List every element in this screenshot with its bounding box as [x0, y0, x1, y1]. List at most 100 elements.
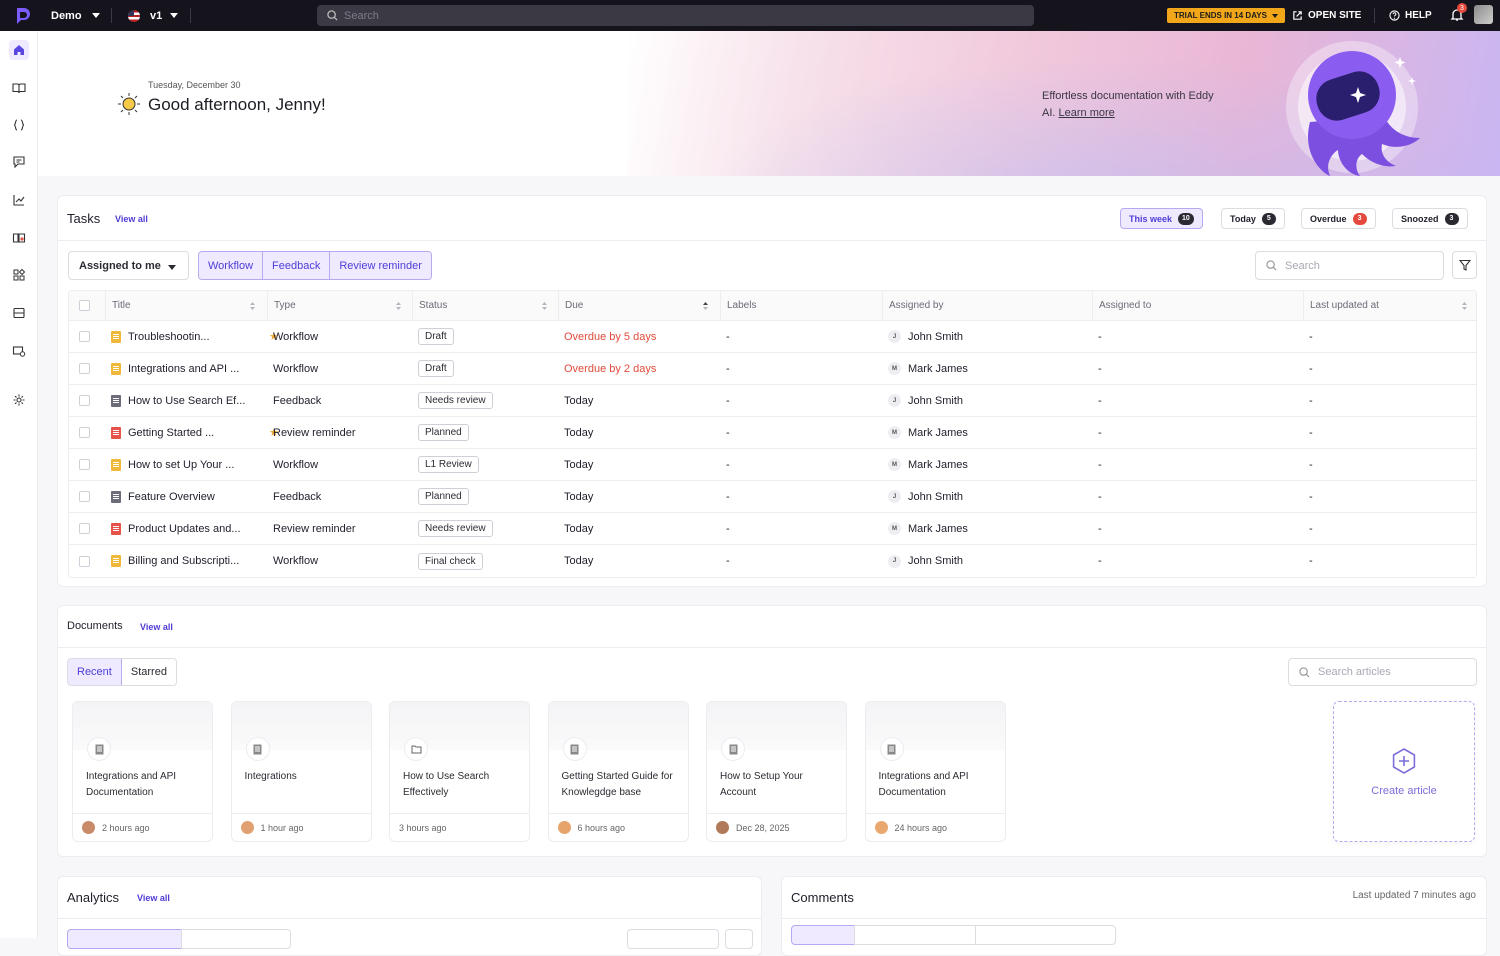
trial-badge[interactable]: TRIAL ENDS IN 14 DAYS [1167, 8, 1285, 23]
portal-settings-icon[interactable] [9, 341, 29, 361]
drive-icon[interactable] [9, 303, 29, 323]
assignee-name: Mark James [908, 522, 968, 535]
task-title[interactable]: Billing and Subscripti... [111, 545, 261, 577]
type-feedback-button[interactable]: Feedback [263, 252, 331, 279]
table-row[interactable]: How to set Up Your ... Workflow L1 Review T… [69, 449, 1476, 481]
settings-gear-icon[interactable] [9, 390, 29, 410]
document-card[interactable]: How to Use Search Effectively 3 hours ago [389, 701, 530, 842]
document360-logo-icon[interactable] [12, 6, 32, 26]
select-all-checkbox[interactable] [79, 291, 90, 320]
filter-button[interactable] [1452, 251, 1477, 279]
analytics-range-dropdown[interactable] [627, 929, 719, 949]
col-last-updated[interactable]: Last updated at [1303, 291, 1473, 320]
document-card[interactable]: Getting Started Guide for Knowlegdge bas… [547, 701, 689, 842]
tasks-title: Tasks [67, 211, 101, 226]
task-status: Final check [418, 545, 483, 577]
table-row[interactable]: Product Updates and... Review reminder Nee… [69, 513, 1476, 545]
type-review-reminder-button[interactable]: Review reminder [330, 252, 431, 279]
filter-snoozed[interactable]: Snoozed 3 [1392, 208, 1468, 229]
task-title[interactable]: How to Use Search Ef... [111, 385, 261, 416]
table-row[interactable]: How to Use Search Ef... Feedback Needs rev… [69, 385, 1476, 417]
row-checkbox[interactable] [79, 545, 90, 577]
learn-more-link[interactable]: Learn more [1059, 107, 1115, 119]
search-icon [1299, 666, 1310, 678]
col-status[interactable]: Status [412, 291, 553, 320]
document-card[interactable]: Integrations and API Documentation 2 hour… [72, 701, 213, 842]
table-row[interactable]: Billing and Subscripti... Workflow Final c… [69, 545, 1476, 577]
document-meta: 2 hours ago [73, 813, 212, 841]
task-due: Today [564, 394, 594, 407]
user-avatar[interactable] [1474, 5, 1493, 24]
version-selector[interactable]: v1 [128, 0, 179, 31]
table-row[interactable]: Integrations and API ... Workflow Draft Ove… [69, 353, 1476, 385]
tasks-search-input[interactable]: Search [1255, 251, 1444, 280]
search-placeholder: Search [1285, 259, 1320, 272]
folder-icon [404, 737, 428, 761]
analytics-tab-active[interactable] [67, 929, 182, 949]
task-title[interactable]: Feature Overview [111, 481, 261, 512]
row-checkbox[interactable] [79, 353, 90, 384]
chevron-down-icon [168, 265, 176, 270]
analytics-menu-button[interactable] [725, 929, 753, 949]
row-checkbox[interactable] [79, 449, 90, 480]
assignee-name: Mark James [908, 426, 968, 439]
task-title[interactable]: Getting Started ... ★ [111, 417, 279, 448]
analytics-tab[interactable] [181, 929, 291, 949]
feedback-icon[interactable] [9, 152, 29, 172]
document-card[interactable]: Integrations 1 hour ago [230, 701, 372, 842]
task-labels: - [726, 394, 730, 407]
welcome-banner: Tuesday, December 30 Good afternoon, Jen… [38, 31, 1500, 176]
create-article-button[interactable]: Create article [1333, 701, 1475, 842]
task-assigned-by: M Mark James [888, 353, 968, 384]
assigned-dropdown[interactable]: Assigned to me [68, 251, 189, 280]
sort-icon [1462, 302, 1467, 310]
task-title[interactable]: How to set Up Your ... [111, 449, 261, 480]
table-row[interactable]: Troubleshootin... ★ Workflow Draft Overdue b… [69, 321, 1476, 353]
task-title[interactable]: Product Updates and... [111, 513, 261, 544]
row-checkbox[interactable] [79, 481, 90, 512]
help-link[interactable]: HELP [1389, 0, 1432, 31]
home-icon[interactable] [9, 40, 29, 60]
col-due[interactable]: Due [558, 291, 714, 320]
filter-this-week[interactable]: This week 10 [1120, 208, 1203, 229]
document-card[interactable]: How to Setup Your Account Dec 28, 2025 [706, 701, 847, 842]
tasks-view-all-link[interactable]: View all [115, 214, 148, 224]
header-label: Assigned to [1099, 300, 1152, 311]
row-checkbox[interactable] [79, 321, 90, 352]
sort-asc-icon [703, 302, 708, 310]
external-link-icon [1293, 11, 1302, 20]
row-checkbox[interactable] [79, 513, 90, 544]
analytics-view-all-link[interactable]: View all [137, 893, 170, 903]
task-last-updated: - [1309, 426, 1313, 439]
task-title-text: How to Use Search Ef... [128, 394, 246, 407]
knowledge-base-icon[interactable] [9, 228, 29, 248]
documents-view-all-link[interactable]: View all [140, 622, 173, 632]
open-site-link[interactable]: OPEN SITE [1292, 0, 1361, 31]
widgets-icon[interactable] [9, 265, 29, 285]
document-card[interactable]: Integrations and API Documentation 24 hou… [864, 701, 1006, 842]
comments-tab-all[interactable] [791, 925, 855, 945]
api-icon[interactable] [9, 115, 29, 135]
type-workflow-button[interactable]: Workflow [199, 252, 264, 279]
tab-starred[interactable]: Starred [121, 659, 176, 685]
table-row[interactable]: Getting Started ... ★ Review reminder Plann… [69, 417, 1476, 449]
global-search-input[interactable]: Search [317, 5, 1034, 26]
search-icon [1266, 260, 1277, 271]
col-title[interactable]: Title [105, 291, 261, 320]
articles-search-input[interactable]: Search articles [1288, 658, 1477, 686]
comments-tab-mentioned[interactable] [854, 925, 976, 945]
documentation-icon[interactable] [9, 78, 29, 98]
filter-overdue[interactable]: Overdue 3 [1301, 208, 1376, 229]
row-checkbox[interactable] [79, 417, 90, 448]
filter-today[interactable]: Today 5 [1221, 208, 1285, 229]
task-title[interactable]: Integrations and API ... [111, 353, 261, 384]
table-row[interactable]: Feature Overview Feedback Planned Today - J Jo… [69, 481, 1476, 513]
analytics-icon[interactable] [9, 190, 29, 210]
avatar: M [888, 362, 901, 375]
project-selector[interactable]: Demo [51, 0, 100, 31]
comments-tab-article-comments[interactable] [975, 925, 1116, 945]
col-type[interactable]: Type [267, 291, 407, 320]
task-title[interactable]: Troubleshootin... ★ [111, 321, 279, 352]
tab-recent[interactable]: Recent [68, 659, 122, 685]
row-checkbox[interactable] [79, 385, 90, 416]
